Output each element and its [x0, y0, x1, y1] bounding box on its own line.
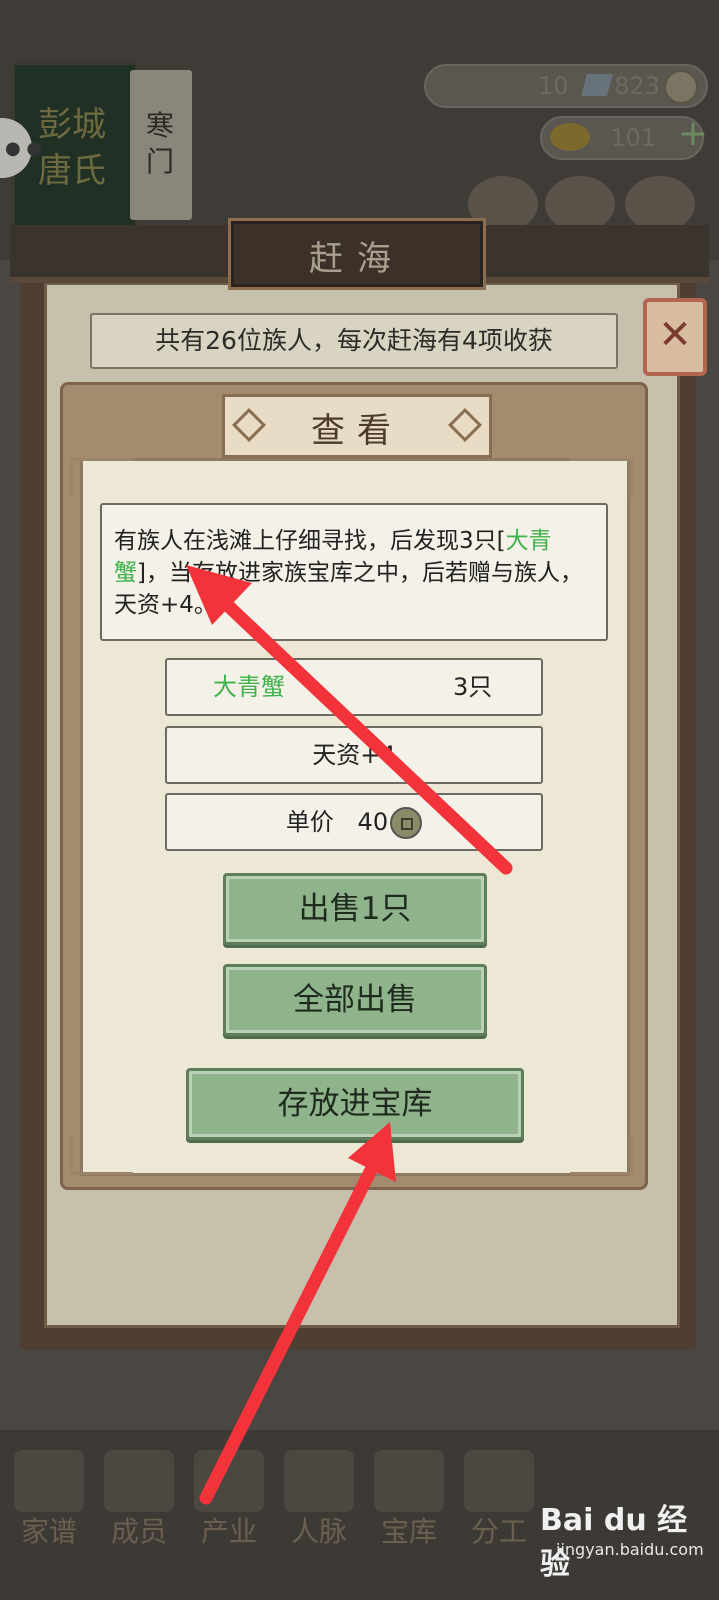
sell-all-button[interactable]: 全部出售: [223, 964, 487, 1036]
corner-ornament: [70, 1136, 133, 1175]
corner-ornament: [70, 458, 133, 497]
nav-network[interactable]: 人脉: [284, 1510, 354, 1550]
price-value: 40: [357, 808, 389, 836]
harvest-info: 共有26位族人，每次赶海有4项收获: [90, 313, 618, 369]
shortcut-icon-3[interactable]: [625, 176, 695, 232]
nav-industry[interactable]: 产业: [194, 1510, 264, 1550]
coin-icon: [664, 70, 698, 104]
description-box: 有族人在浅滩上仔细寻找，后发现3只[大青蟹]，当存放进家族宝库之中，后若赠与族人…: [100, 503, 608, 641]
chat-dots-icon: ● ●: [5, 138, 43, 159]
treasury-icon: [374, 1450, 444, 1512]
price-label: 单价: [285, 808, 334, 836]
gold-amount: 101: [610, 124, 656, 152]
division-icon: [464, 1450, 534, 1512]
close-icon[interactable]: ✕: [643, 298, 707, 376]
watermark-logo: Bai du 经验: [540, 1503, 688, 1582]
price-row: 单价 40: [165, 793, 543, 851]
gold-icon: [550, 123, 590, 151]
desc-part1: 有族人在浅滩上仔细寻找，后发现3只[: [114, 528, 506, 554]
clan-rank-label: 寒门: [145, 109, 174, 178]
item-row: 大青蟹 3只: [165, 658, 543, 716]
store-in-treasury-button[interactable]: 存放进宝库: [186, 1068, 524, 1140]
currency-amount-b: 823: [614, 72, 660, 100]
sell-one-button[interactable]: 出售1只: [223, 873, 487, 945]
item-name: 大青蟹: [213, 673, 285, 701]
panel-title: 赶海: [309, 239, 405, 279]
nav-treasury[interactable]: 宝库: [374, 1510, 444, 1550]
gold-pill: 101 +: [540, 114, 708, 160]
genealogy-icon: [14, 1450, 84, 1512]
corner-ornament: [570, 458, 633, 497]
corner-ornament: [570, 1136, 633, 1175]
attribute-value: 天资+4: [312, 741, 396, 769]
member-icon: [104, 1450, 174, 1512]
description-text: 有族人在浅滩上仔细寻找，后发现3只[大青蟹]，当存放进家族宝库之中，后若赠与族人…: [114, 525, 594, 621]
gem-icon: [581, 74, 613, 96]
attribute-row: 天资+4: [165, 726, 543, 784]
network-icon: [284, 1450, 354, 1512]
dialog-title-plate: 查看: [222, 394, 492, 458]
item-count: 3只: [453, 673, 493, 701]
nav-division[interactable]: 分工: [464, 1510, 534, 1550]
shortcut-icon-2[interactable]: [545, 176, 615, 232]
plus-icon[interactable]: +: [678, 114, 708, 154]
currency-amount-a: 10: [538, 72, 569, 100]
dialog-title: 查看: [311, 411, 403, 451]
coin-icon: [390, 807, 423, 839]
nav-members[interactable]: 成员: [104, 1510, 174, 1550]
currency-pill: 10 823: [424, 64, 708, 108]
desc-part2: ]，当存放进家族宝库之中，后若赠与族人，天资+4。: [114, 560, 583, 618]
watermark-url: jingyan.baidu.com: [556, 1540, 704, 1559]
nav-genealogy[interactable]: 家谱: [14, 1510, 84, 1550]
panel-title-plate: 赶海: [228, 218, 486, 290]
industry-icon: [194, 1450, 264, 1512]
